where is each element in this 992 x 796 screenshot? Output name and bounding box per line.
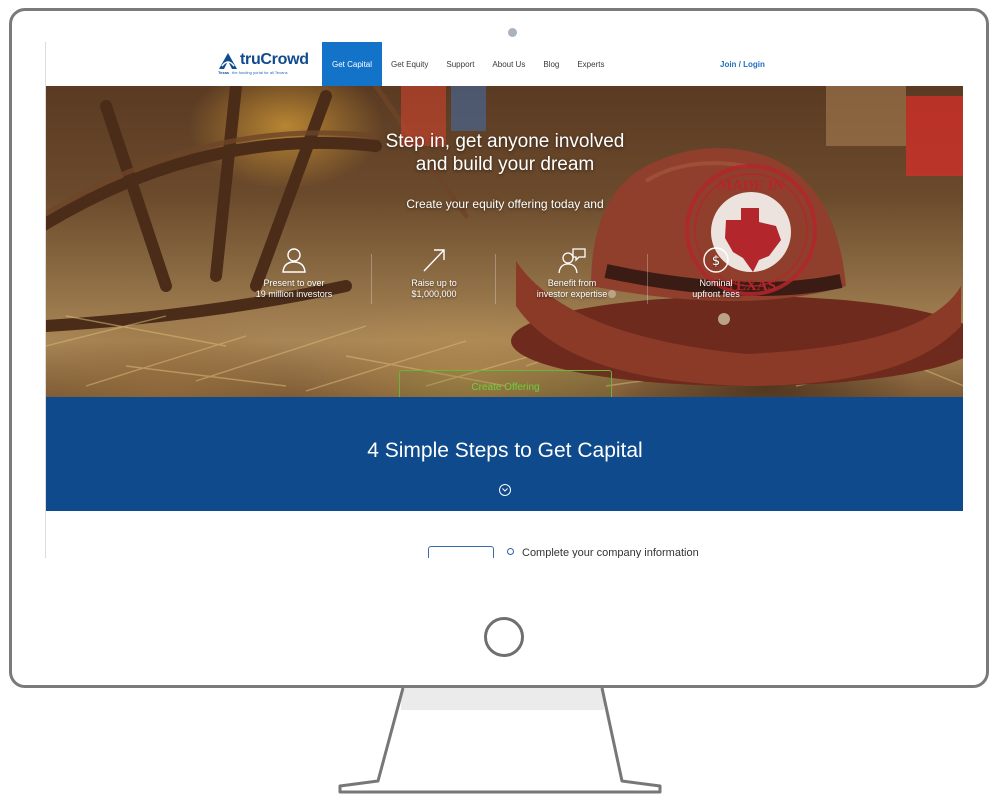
feature-line: Nominal [699,278,733,288]
feature-fees: $ Nominal upfront fees [656,246,776,300]
dollar-coin-icon: $ [703,247,729,273]
arrow-up-right-icon [423,249,445,272]
feature-divider [495,254,496,304]
logo-tagline: Texas the funding portal for all Texans [218,70,288,75]
chevron-down-icon [502,488,508,492]
scroll-down-button[interactable] [499,484,511,496]
feature-line: $1,000,000 [411,289,457,299]
svg-text:$: $ [712,254,720,269]
step-bullet-icon [507,548,514,555]
step-1-text: Complete your company information [522,547,699,558]
feature-line: investor expertise [536,289,608,299]
join-login-link[interactable]: Join / Login [720,42,765,86]
feature-divider [371,254,372,304]
website-screen: truCrowd Texas the funding portal for all… [45,42,963,558]
person-icon [282,248,306,273]
nav-item-experts[interactable]: Experts [568,42,613,86]
create-offering-button[interactable]: Create Offering [399,370,612,397]
logo-mark-icon [219,53,237,69]
hero-title: Step in, get anyone involved and build y… [305,130,705,176]
logo-tagline-text: the funding portal for all Texans [232,70,288,75]
nav-item-get-equity[interactable]: Get Equity [382,42,437,86]
logo-state: Texas [218,70,230,75]
feature-line: 19 million investors [255,289,333,299]
feature-line: Present to over [263,278,325,288]
monitor-power-button [484,617,524,657]
nav-item-about-us[interactable]: About Us [483,42,534,86]
feature-line: Raise up to [411,278,457,288]
steps-title: 4 Simple Steps to Get Capital [367,439,643,462]
step-image-box [428,546,494,558]
feature-investors: Present to over 19 million investors [234,246,354,300]
nav-item-blog[interactable]: Blog [534,42,568,86]
stamp-top-text: MADE IN [718,178,784,194]
feature-expertise: Benefit from investor expertise [512,246,632,300]
logo-wordmark: truCrowd [240,51,309,68]
hero-section: MADE IN TEXAS Step in, get anyone involv… [46,86,963,397]
hero-subtitle: Create your equity offering today and [406,197,604,211]
feature-raise: Raise up to $1,000,000 [374,246,494,300]
feature-line: Benefit from [547,278,597,288]
nav-menu: Get Capital Get Equity Support About Us … [322,42,613,86]
monitor-stand [338,687,662,794]
expert-chat-icon [558,248,586,274]
nav-item-get-capital[interactable]: Get Capital [322,42,383,86]
hero-title-line: Step in, get anyone involved [385,131,625,152]
hero-title-line: and build your dream [415,154,595,175]
steps-section: 4 Simple Steps to Get Capital [46,397,963,511]
nav-item-support[interactable]: Support [437,42,483,86]
trucrowd-logo[interactable]: truCrowd Texas the funding portal for all… [218,50,310,80]
camera-dot [508,28,517,37]
top-navigation: truCrowd Texas the funding portal for all… [46,42,963,86]
feature-divider [647,254,648,304]
feature-line: upfront fees [692,289,740,299]
